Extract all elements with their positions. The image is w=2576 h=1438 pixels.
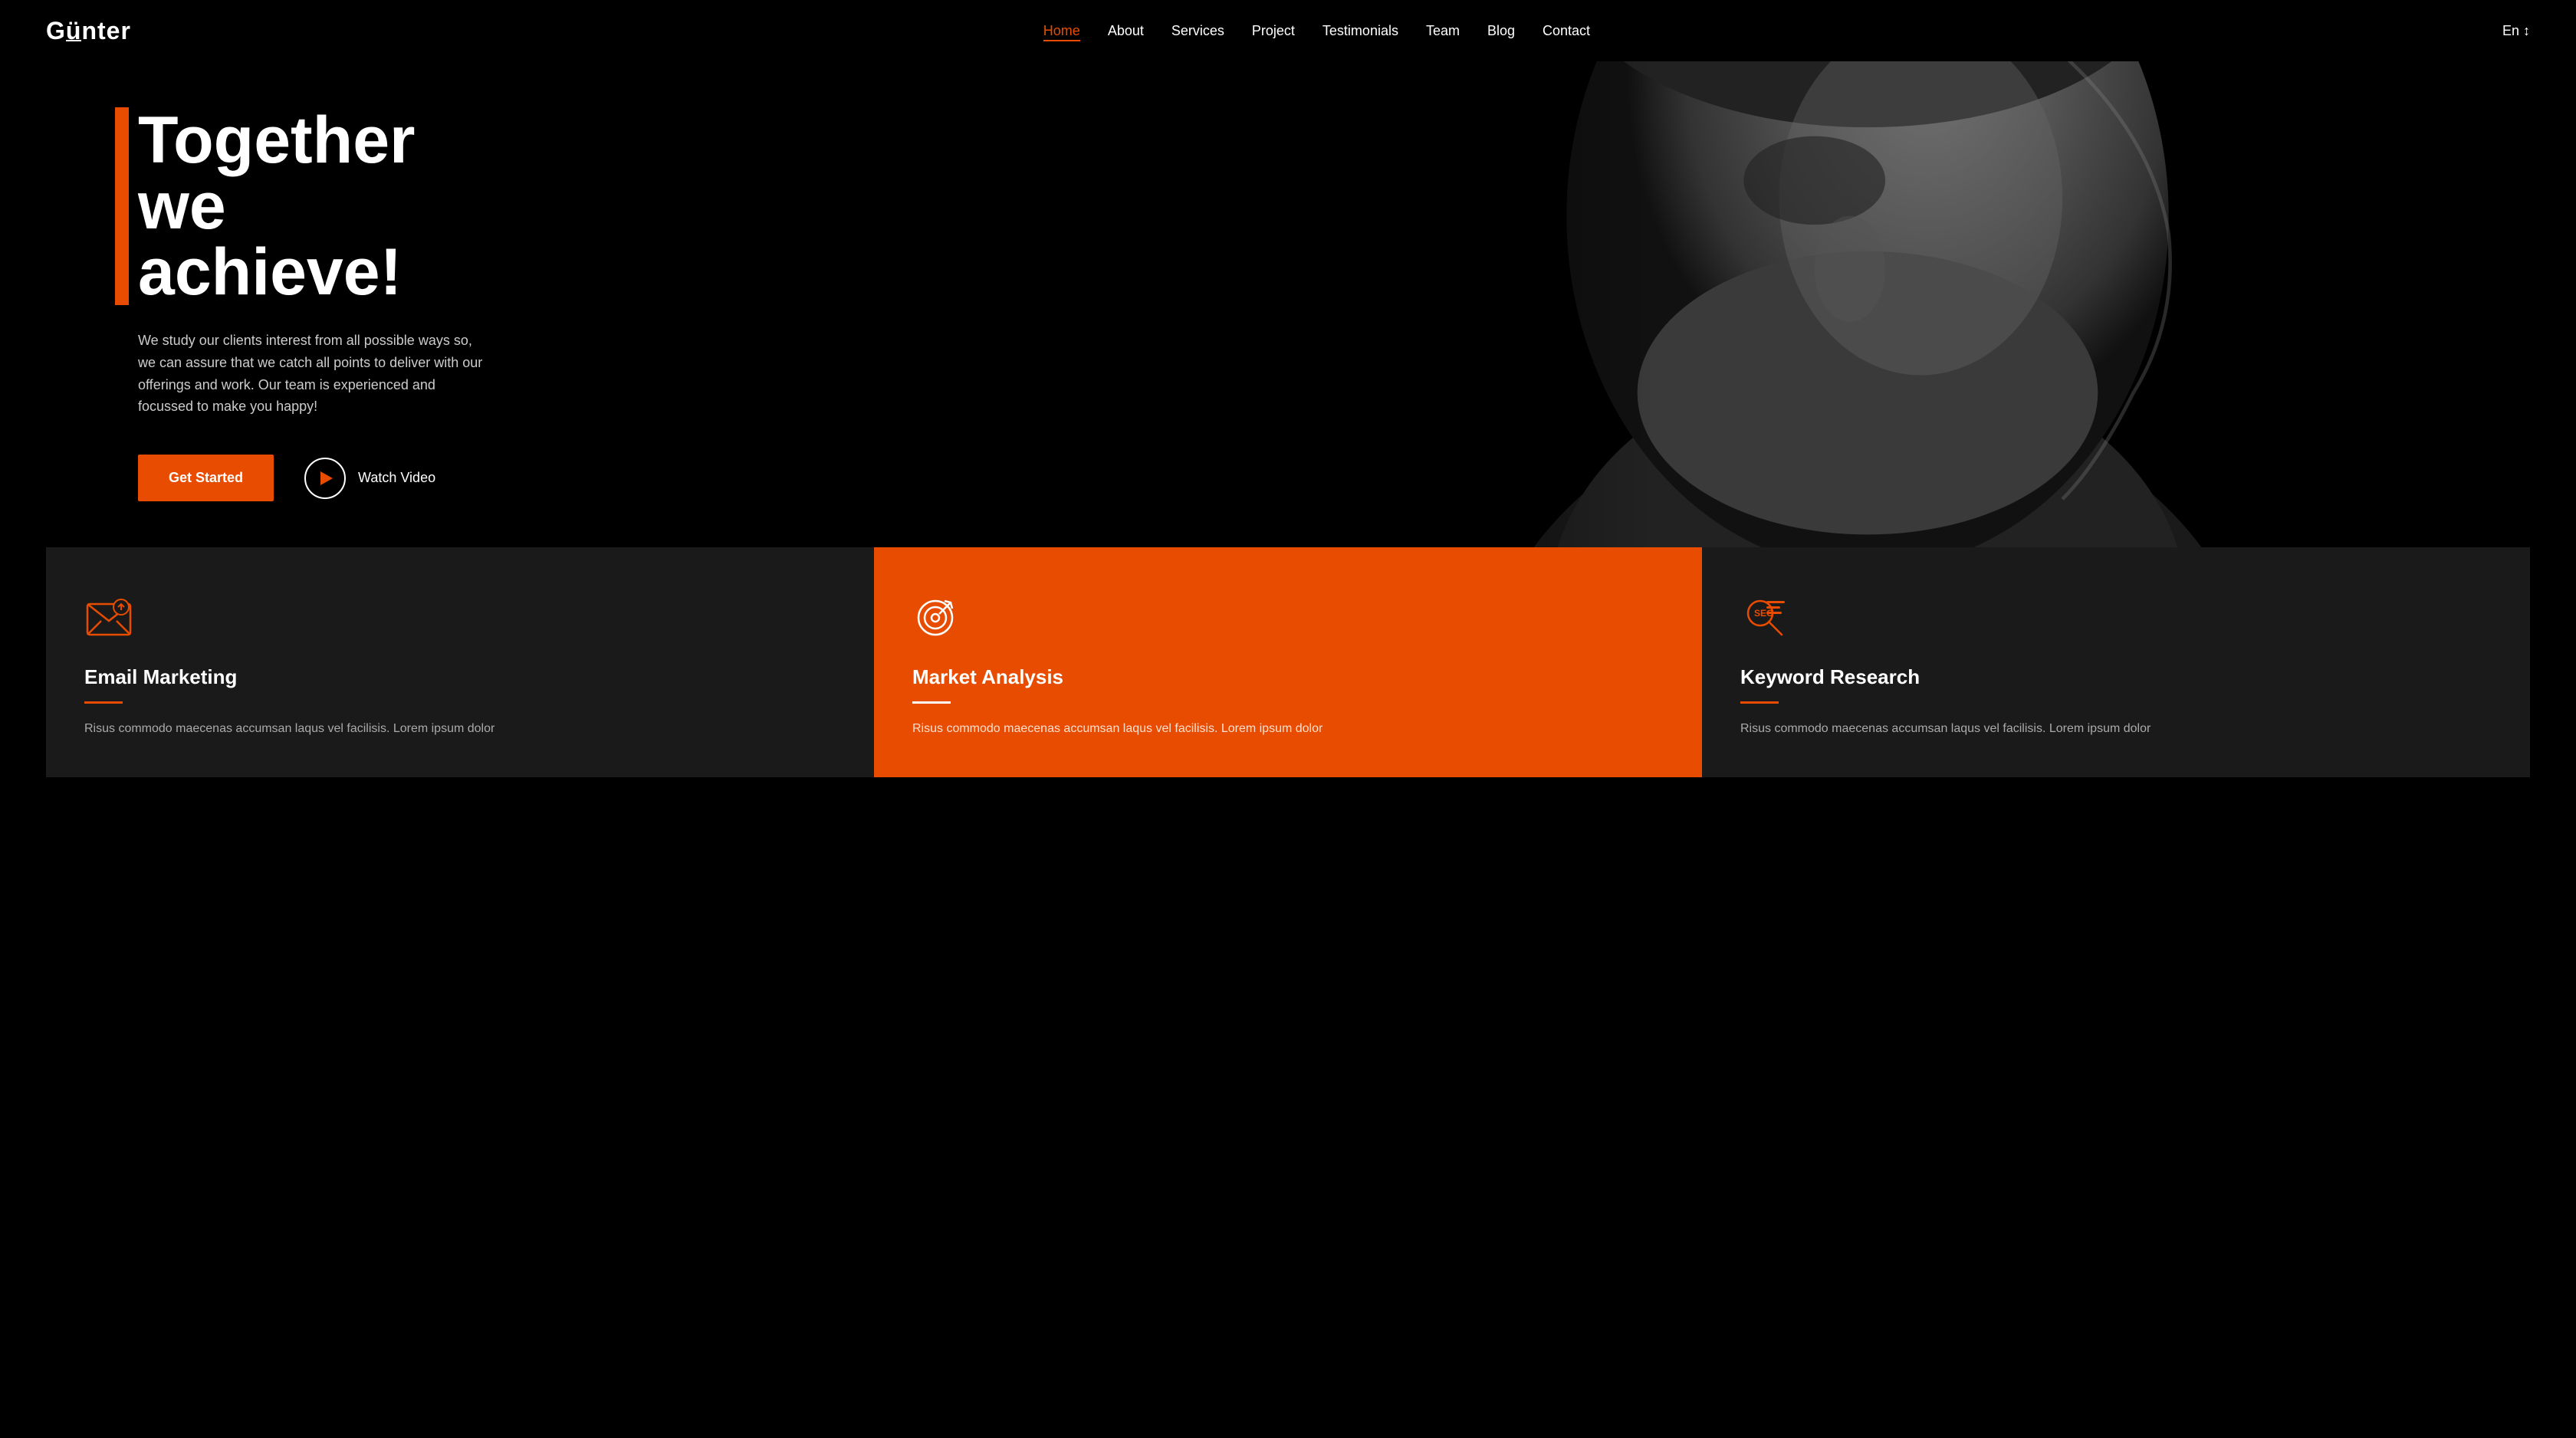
nav-item-home[interactable]: Home <box>1043 23 1080 39</box>
play-circle-icon <box>304 458 346 499</box>
nav-link-team[interactable]: Team <box>1426 23 1460 38</box>
service-card-email-marketing: Email Marketing Risus commodo maecenas a… <box>46 547 874 777</box>
service-desc-keyword: Risus commodo maecenas accumsan laqus ve… <box>1740 719 2492 739</box>
service-card-market-analysis: Market Analysis Risus commodo maecenas a… <box>874 547 1702 777</box>
hero-description: We study our clients interest from all p… <box>138 330 491 418</box>
market-analysis-icon <box>912 593 961 642</box>
watch-video-label: Watch Video <box>358 470 435 486</box>
services-section: Email Marketing Risus commodo maecenas a… <box>0 547 2576 777</box>
service-title-email: Email Marketing <box>84 665 836 689</box>
nav-link-contact[interactable]: Contact <box>1543 23 1590 38</box>
nav-item-about[interactable]: About <box>1108 23 1144 39</box>
logo[interactable]: Günter <box>46 17 131 45</box>
nav-links: Home About Services Project Testimonials… <box>1043 23 1590 39</box>
person-illustration <box>1159 61 2576 547</box>
hero-section: Together we achieve! We study our client… <box>0 61 2576 547</box>
hero-image <box>1159 61 2576 547</box>
language-selector[interactable]: En ↕ <box>2502 23 2530 39</box>
nav-link-home[interactable]: Home <box>1043 23 1080 41</box>
nav-link-about[interactable]: About <box>1108 23 1144 38</box>
service-title-keyword: Keyword Research <box>1740 665 2492 689</box>
nav-item-services[interactable]: Services <box>1171 23 1224 39</box>
email-marketing-icon <box>84 593 133 642</box>
get-started-button[interactable]: Get Started <box>138 455 274 501</box>
hero-content: Together we achieve! We study our client… <box>0 61 537 547</box>
service-card-keyword-research: SEO Keyword Research Risus commodo maece… <box>1702 547 2530 777</box>
service-underline-email <box>84 701 123 704</box>
nav-item-team[interactable]: Team <box>1426 23 1460 39</box>
nav-link-testimonials[interactable]: Testimonials <box>1322 23 1398 38</box>
nav-item-project[interactable]: Project <box>1252 23 1295 39</box>
watch-video-button[interactable]: Watch Video <box>304 458 435 499</box>
service-underline-keyword <box>1740 701 1779 704</box>
nav-link-services[interactable]: Services <box>1171 23 1224 38</box>
nav-item-blog[interactable]: Blog <box>1487 23 1515 39</box>
hero-actions: Get Started Watch Video <box>138 455 491 501</box>
nav-item-testimonials[interactable]: Testimonials <box>1322 23 1398 39</box>
service-desc-email: Risus commodo maecenas accumsan laqus ve… <box>84 719 836 739</box>
service-desc-market: Risus commodo maecenas accumsan laqus ve… <box>912 719 1664 739</box>
svg-text:SEO: SEO <box>1754 608 1773 619</box>
nav-link-blog[interactable]: Blog <box>1487 23 1515 38</box>
navbar: Günter Home About Services Project Testi… <box>0 0 2576 61</box>
nav-link-project[interactable]: Project <box>1252 23 1295 38</box>
hero-title: Together we achieve! <box>138 107 491 305</box>
service-title-market: Market Analysis <box>912 665 1664 689</box>
services-grid: Email Marketing Risus commodo maecenas a… <box>46 547 2530 777</box>
orange-accent-bar <box>115 107 129 305</box>
play-triangle-icon <box>320 471 333 485</box>
service-underline-market <box>912 701 951 704</box>
keyword-research-icon: SEO <box>1740 593 1789 642</box>
nav-item-contact[interactable]: Contact <box>1543 23 1590 39</box>
